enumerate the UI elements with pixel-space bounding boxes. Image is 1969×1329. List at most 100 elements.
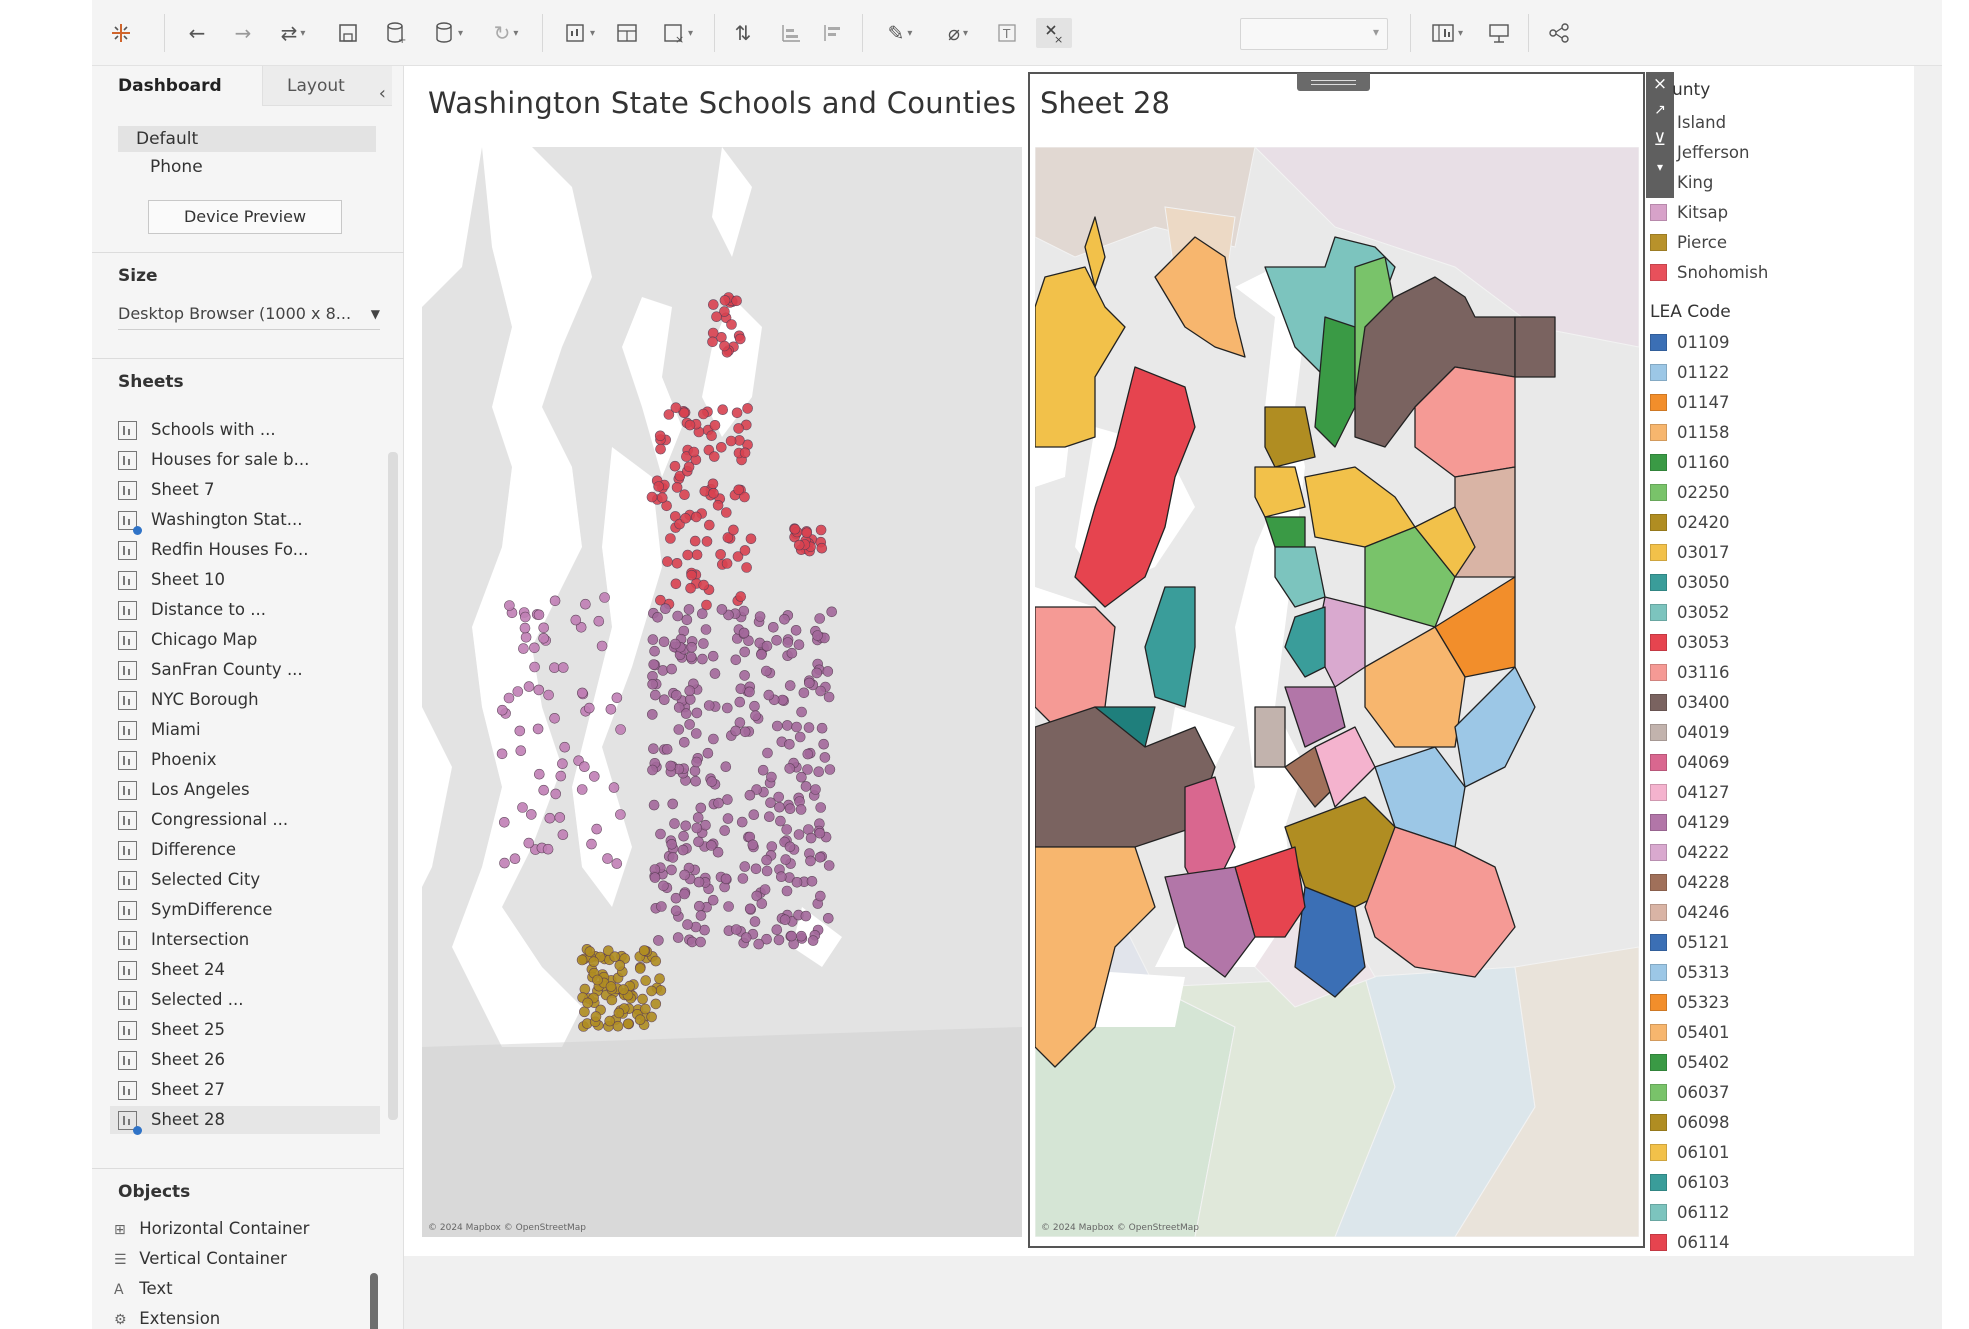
sheet-item[interactable]: SymDifference	[118, 896, 388, 924]
school-point[interactable]	[784, 841, 796, 853]
school-point[interactable]	[703, 519, 715, 531]
school-point[interactable]	[754, 611, 766, 622]
lea-legend-item[interactable]: 03017	[1650, 540, 1730, 564]
school-point[interactable]	[784, 738, 795, 750]
school-point[interactable]	[781, 720, 793, 731]
school-point[interactable]	[682, 919, 693, 930]
school-point[interactable]	[689, 535, 701, 547]
school-point[interactable]	[593, 615, 605, 627]
school-point[interactable]	[542, 843, 554, 855]
school-point[interactable]	[734, 696, 746, 708]
lea-legend-item[interactable]: 01122	[1650, 360, 1730, 384]
school-point[interactable]	[685, 582, 696, 594]
school-point[interactable]	[679, 869, 690, 881]
school-point[interactable]	[816, 722, 828, 734]
school-point[interactable]	[504, 600, 515, 611]
school-point[interactable]	[816, 542, 828, 554]
school-point[interactable]	[802, 748, 814, 760]
school-point[interactable]	[763, 689, 775, 701]
school-point[interactable]	[691, 549, 703, 561]
school-point[interactable]	[655, 443, 666, 455]
school-point[interactable]	[637, 993, 648, 1005]
school-point[interactable]	[723, 901, 734, 912]
school-point[interactable]	[665, 760, 676, 772]
school-point[interactable]	[532, 723, 544, 735]
school-point[interactable]	[670, 578, 682, 590]
school-point[interactable]	[698, 638, 709, 649]
school-point[interactable]	[512, 686, 524, 697]
school-point[interactable]	[667, 852, 679, 863]
school-point[interactable]	[671, 482, 683, 493]
school-point[interactable]	[648, 743, 659, 755]
sheet-item[interactable]: Difference	[118, 836, 388, 864]
school-point[interactable]	[739, 670, 750, 681]
school-point[interactable]	[671, 689, 682, 701]
school-point[interactable]	[757, 764, 769, 776]
new-worksheet-icon[interactable]: ▾	[558, 18, 602, 48]
school-point[interactable]	[720, 507, 732, 518]
school-point[interactable]	[611, 692, 623, 704]
school-point[interactable]	[543, 689, 554, 701]
school-point[interactable]	[815, 524, 827, 536]
school-point[interactable]	[599, 592, 610, 603]
lea-legend-item[interactable]: 06112	[1650, 1200, 1730, 1224]
fix-axes-icon[interactable]: ×	[1036, 18, 1072, 48]
school-point[interactable]	[791, 876, 803, 888]
school-point[interactable]	[716, 604, 728, 615]
school-point[interactable]	[699, 924, 710, 936]
school-point[interactable]	[526, 809, 537, 820]
school-point[interactable]	[654, 430, 666, 442]
school-point[interactable]	[750, 863, 762, 875]
school-point[interactable]	[515, 745, 527, 757]
lea-legend-item[interactable]: 06101	[1650, 1140, 1730, 1164]
school-point[interactable]	[784, 680, 796, 691]
school-point[interactable]	[534, 768, 545, 780]
school-point[interactable]	[794, 731, 806, 743]
school-point[interactable]	[766, 841, 778, 852]
school-point[interactable]	[823, 860, 835, 871]
school-point[interactable]	[679, 489, 690, 501]
school-point[interactable]	[684, 719, 695, 730]
school-point[interactable]	[814, 851, 826, 863]
lea-legend-item[interactable]: 03050	[1650, 570, 1730, 594]
sheet-item[interactable]: Phoenix	[118, 746, 388, 774]
school-point[interactable]	[739, 447, 751, 459]
school-point[interactable]	[707, 650, 719, 662]
redo-icon[interactable]: →	[226, 18, 260, 48]
school-point[interactable]	[818, 738, 830, 750]
sheet-item[interactable]: Selected ...	[118, 986, 388, 1014]
school-point[interactable]	[721, 558, 733, 569]
school-point[interactable]	[806, 875, 818, 887]
school-point[interactable]	[766, 771, 777, 783]
sort-descending-icon[interactable]	[818, 18, 848, 48]
school-point[interactable]	[707, 299, 719, 310]
show-cards-icon[interactable]: ▾	[1424, 18, 1470, 48]
move-handle[interactable]	[1297, 73, 1370, 91]
school-point[interactable]	[698, 408, 709, 420]
school-point[interactable]	[682, 549, 694, 561]
school-point[interactable]	[518, 643, 529, 654]
school-point[interactable]	[741, 562, 752, 573]
school-point[interactable]	[739, 861, 751, 872]
school-point[interactable]	[744, 903, 756, 915]
school-point[interactable]	[666, 838, 677, 850]
school-point[interactable]	[767, 621, 779, 633]
school-point[interactable]	[798, 687, 810, 699]
school-point[interactable]	[753, 938, 765, 950]
school-point[interactable]	[650, 998, 662, 1010]
school-point[interactable]	[647, 709, 658, 720]
school-point[interactable]	[695, 802, 707, 814]
county-legend-item[interactable]: Pierce	[1650, 230, 1727, 254]
school-point[interactable]	[756, 649, 767, 660]
school-point[interactable]	[680, 708, 692, 719]
school-point[interactable]	[650, 955, 662, 967]
school-point[interactable]	[658, 880, 669, 892]
sheet-item[interactable]: Sheet 27	[118, 1076, 388, 1104]
school-point[interactable]	[703, 700, 715, 711]
school-point[interactable]	[680, 820, 692, 832]
school-point[interactable]	[579, 761, 590, 773]
school-point[interactable]	[722, 794, 733, 805]
school-point[interactable]	[735, 591, 747, 602]
lea-legend-item[interactable]: 04246	[1650, 900, 1730, 924]
school-point[interactable]	[803, 677, 815, 689]
